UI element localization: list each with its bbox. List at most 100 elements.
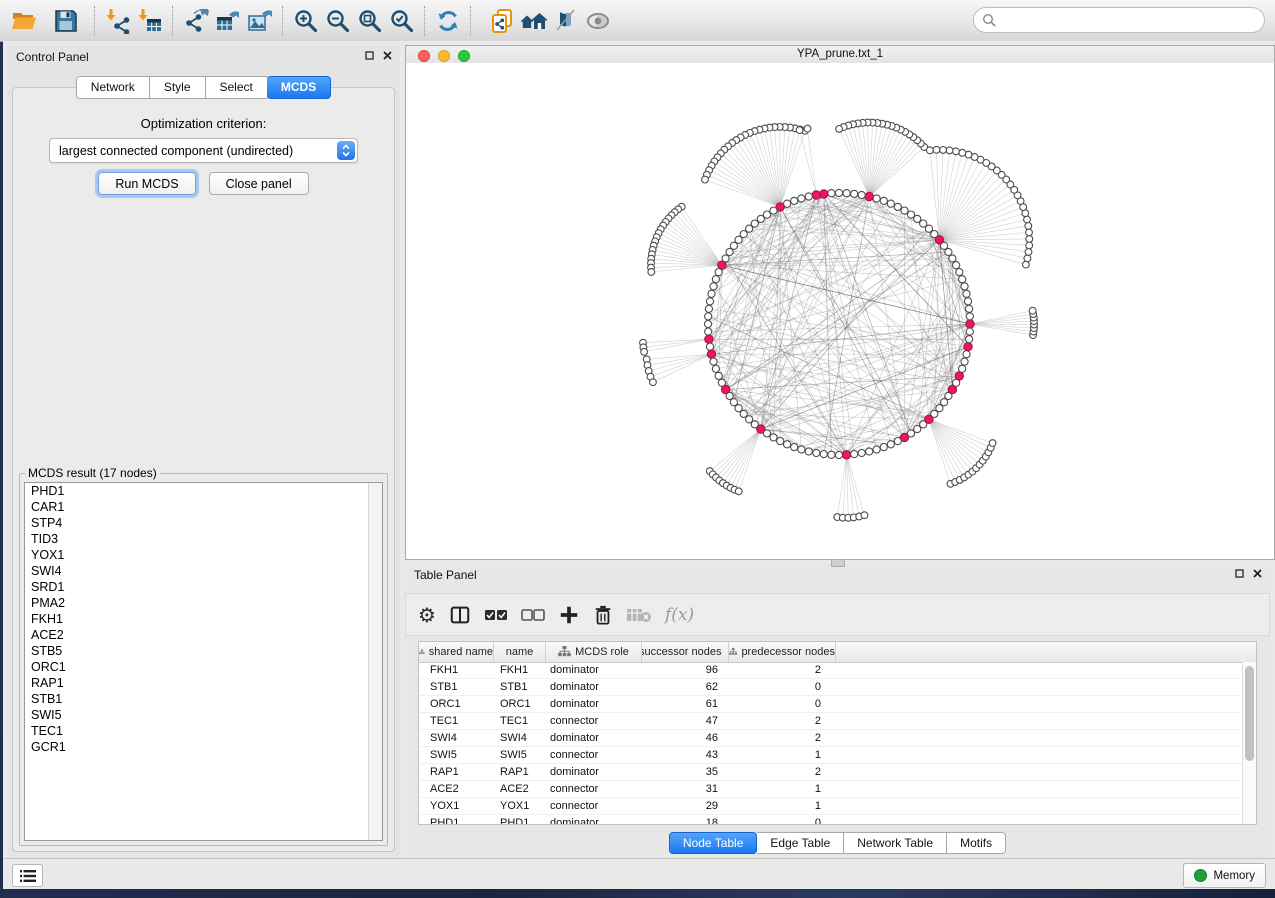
mcds-result-item[interactable]: STP4 (25, 515, 382, 531)
cell-name: ORC1 (494, 698, 546, 710)
run-mcds-button[interactable]: Run MCDS (98, 172, 195, 195)
table-scrollbar[interactable] (1242, 662, 1256, 824)
search-input[interactable] (1001, 12, 1256, 28)
cell-shared_name: YOX1 (419, 800, 494, 812)
table-row[interactable]: ACE2ACE2connector311 (419, 781, 1243, 798)
cell-name: PHD1 (494, 817, 546, 824)
save-floppy-icon[interactable] (50, 5, 82, 37)
close-panel-button[interactable]: Close panel (209, 172, 309, 195)
close-panel-icon[interactable] (1253, 569, 1262, 578)
table-row[interactable]: ORC1ORC1dominator610 (419, 696, 1243, 713)
tab-node-table[interactable]: Node Table (669, 832, 758, 854)
tab-edge-table[interactable]: Edge Table (757, 832, 844, 854)
zoom-fit-icon[interactable] (354, 5, 386, 37)
toolbar-separator (470, 6, 472, 36)
node-table: shared namenameMCDS rolesuccessor nodes⌄… (418, 641, 1257, 825)
column-header-mcds-role[interactable]: MCDS role (546, 642, 642, 662)
refresh-icon[interactable] (432, 5, 464, 37)
table-scrollbar-thumb[interactable] (1245, 666, 1254, 761)
cell-predecessor_nodes: 0 (729, 698, 836, 710)
mcds-result-list: PHD1CAR1STP4TID3YOX1SWI4SRD1PMA2FKH1ACE2… (24, 482, 383, 841)
console-button[interactable] (12, 864, 43, 887)
cell-name: STB1 (494, 681, 546, 693)
delete-column-trash-icon[interactable] (593, 600, 613, 630)
zoom-selected-icon[interactable] (386, 5, 418, 37)
network-window-titlebar[interactable]: YPA_prune.txt_1 (406, 46, 1274, 64)
float-panel-icon[interactable] (365, 51, 374, 60)
export-table-icon[interactable] (212, 5, 244, 37)
tab-select[interactable]: Select (206, 76, 268, 99)
close-panel-icon[interactable] (383, 51, 392, 60)
export-network-icon[interactable] (180, 5, 212, 37)
column-header-name[interactable]: name (494, 642, 546, 662)
memory-button[interactable]: Memory (1183, 863, 1266, 888)
table-row[interactable]: STB1STB1dominator620 (419, 679, 1243, 696)
houses-icon[interactable] (518, 5, 550, 37)
mcds-result-item[interactable]: TEC1 (25, 723, 382, 739)
float-panel-icon[interactable] (1235, 569, 1244, 578)
import-network-icon[interactable] (102, 5, 134, 37)
mcds-result-item[interactable]: SWI5 (25, 707, 382, 723)
mcds-result-group: MCDS result (17 nodes) PHD1CAR1STP4TID3Y… (19, 466, 388, 846)
duplicate-network-icon[interactable] (486, 5, 518, 37)
network-canvas[interactable] (406, 63, 1274, 559)
mcds-result-item[interactable]: SRD1 (25, 579, 382, 595)
table-settings-gear-icon[interactable]: ⚙ (418, 600, 436, 630)
cell-mcds_role: dominator (546, 698, 642, 710)
export-image-icon[interactable] (244, 5, 276, 37)
mcds-result-item[interactable]: CAR1 (25, 499, 382, 515)
network-view-window: YPA_prune.txt_1 (405, 45, 1275, 560)
mcds-result-item[interactable]: YOX1 (25, 547, 382, 563)
column-header-shared-name[interactable]: shared name (419, 642, 494, 662)
tab-motifs[interactable]: Motifs (947, 832, 1006, 854)
tab-network-table[interactable]: Network Table (844, 832, 947, 854)
mcds-result-item[interactable]: PHD1 (25, 483, 382, 499)
cell-predecessor_nodes: 2 (729, 715, 836, 727)
tab-style[interactable]: Style (150, 76, 206, 99)
banner-icon[interactable] (550, 5, 582, 37)
mcds-result-item[interactable]: FKH1 (25, 611, 382, 627)
table-panel: Table Panel ⚙ f(x) shared namenameMCDS r… (405, 563, 1270, 858)
cell-shared_name: SWI5 (419, 749, 494, 761)
mcds-result-item[interactable]: STB1 (25, 691, 382, 707)
table-row[interactable]: YOX1YOX1connector291 (419, 798, 1243, 815)
criterion-dropdown[interactable]: largest connected component (undirected) (49, 138, 358, 163)
table-row[interactable]: FKH1FKH1dominator962 (419, 662, 1243, 679)
open-folder-icon[interactable] (8, 5, 40, 37)
delete-table-icon (626, 600, 652, 630)
zoom-in-icon[interactable] (290, 5, 322, 37)
tab-mcds[interactable]: MCDS (267, 76, 331, 99)
zoom-out-icon[interactable] (322, 5, 354, 37)
import-table-icon[interactable] (134, 5, 166, 37)
mcds-result-item[interactable]: RAP1 (25, 675, 382, 691)
table-row[interactable]: RAP1RAP1dominator352 (419, 764, 1243, 781)
deselect-all-icon[interactable] (521, 600, 545, 630)
control-panel-titlebar: Control Panel (7, 45, 400, 69)
eye-icon[interactable] (582, 5, 614, 37)
mcds-result-item[interactable]: GCR1 (25, 739, 382, 755)
cell-name: TEC1 (494, 715, 546, 727)
add-column-icon[interactable] (558, 600, 580, 630)
mcds-result-title: MCDS result (17 nodes) (25, 466, 160, 480)
table-row[interactable]: SWI5SWI5connector431 (419, 747, 1243, 764)
mcds-result-item[interactable]: SWI4 (25, 563, 382, 579)
mcds-result-item[interactable]: ORC1 (25, 659, 382, 675)
cell-successor_nodes: 96 (642, 664, 729, 676)
mcds-result-item[interactable]: TID3 (25, 531, 382, 547)
mcds-list-scrollbar[interactable] (368, 483, 382, 840)
cell-predecessor_nodes: 1 (729, 749, 836, 761)
mcds-result-item[interactable]: STB5 (25, 643, 382, 659)
mcds-result-item[interactable]: PMA2 (25, 595, 382, 611)
show-columns-icon[interactable] (449, 600, 471, 630)
column-header-predecessor-nodes[interactable]: predecessor nodes (729, 642, 836, 662)
select-all-icon[interactable] (484, 600, 508, 630)
table-row[interactable]: PHD1PHD1dominator180 (419, 815, 1243, 824)
table-row[interactable]: TEC1TEC1connector472 (419, 713, 1243, 730)
cell-predecessor_nodes: 2 (729, 664, 836, 676)
column-header-successor-nodes[interactable]: successor nodes⌄ (642, 642, 729, 662)
tab-network[interactable]: Network (76, 76, 150, 99)
mcds-result-item[interactable]: ACE2 (25, 627, 382, 643)
table-row[interactable]: SWI4SWI4dominator462 (419, 730, 1243, 747)
column-label: predecessor nodes (741, 646, 835, 658)
cell-shared_name: STB1 (419, 681, 494, 693)
